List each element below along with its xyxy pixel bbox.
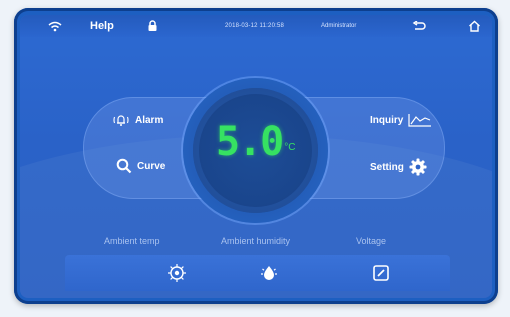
- datetime-readout: 2018-03-12 11:20:58: [225, 23, 285, 29]
- top-bar: Help 2018-03-12 11:20:58 Administrator: [20, 15, 492, 37]
- edit-icon[interactable]: [370, 262, 392, 284]
- user-label: Administrator: [321, 23, 357, 29]
- ambient-temp-label: Ambient temp: [104, 236, 160, 246]
- inquiry-button[interactable]: Inquiry: [365, 113, 432, 127]
- line-chart-icon: [408, 113, 432, 127]
- thermometer-icon[interactable]: [166, 262, 188, 284]
- temperature-unit: °C: [284, 142, 296, 153]
- curve-button[interactable]: Curve: [116, 158, 170, 174]
- bell-icon: [112, 113, 130, 127]
- temperature-readout: 5.0 °C: [216, 122, 316, 172]
- wifi-icon: [48, 15, 62, 37]
- humidity-icon[interactable]: [258, 262, 280, 284]
- ambient-humidity-label: Ambient humidity: [221, 236, 291, 246]
- screen: Help 2018-03-12 11:20:58 Administrator 5…: [20, 15, 492, 298]
- voltage-label: Voltage: [356, 236, 387, 246]
- gear-icon: [409, 158, 427, 176]
- setting-label: Setting: [370, 161, 404, 173]
- setting-button[interactable]: Setting: [365, 158, 427, 176]
- temperature-value: 5.0: [216, 119, 284, 165]
- curve-label: Curve: [137, 160, 166, 172]
- lock-icon[interactable]: [147, 15, 158, 37]
- search-icon: [116, 158, 132, 174]
- alarm-label: Alarm: [135, 114, 164, 126]
- alarm-button[interactable]: Alarm: [112, 113, 168, 127]
- help-button[interactable]: Help: [90, 15, 114, 37]
- back-icon[interactable]: [412, 15, 426, 37]
- home-icon[interactable]: [468, 15, 481, 37]
- inquiry-label: Inquiry: [370, 114, 404, 126]
